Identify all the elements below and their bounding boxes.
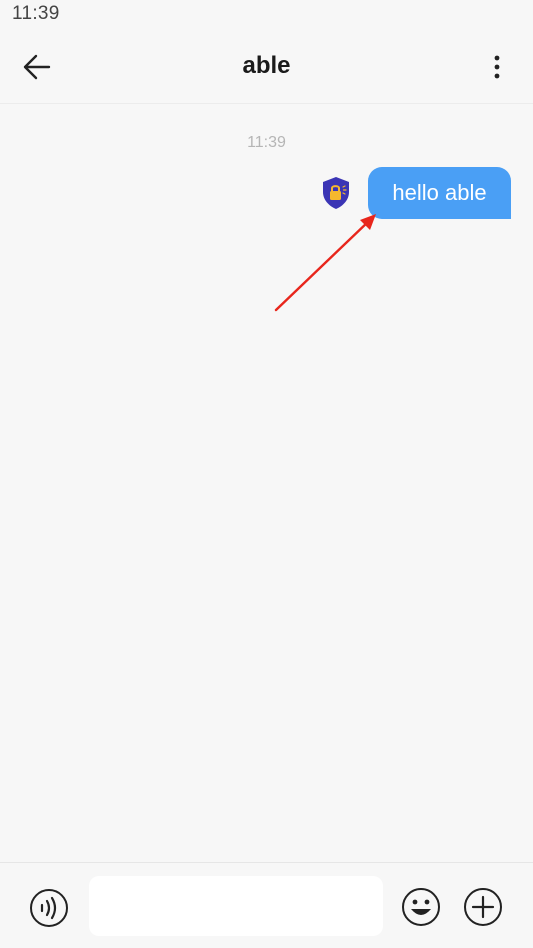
message-list[interactable]: 11:39 hello able: [0, 104, 533, 862]
message-text: hello able: [392, 180, 487, 205]
emoji-icon[interactable]: [401, 887, 441, 927]
voice-input-icon[interactable]: [29, 888, 69, 928]
more-options-button[interactable]: [483, 50, 511, 84]
conversation-title: able: [242, 52, 291, 79]
more-vertical-icon: [494, 55, 500, 79]
status-time: 11:39: [12, 3, 60, 24]
annotation-arrow-icon: [274, 214, 376, 312]
plus-icon[interactable]: [463, 887, 503, 927]
chat-screen: 11:39 able 11:39 hello able: [0, 0, 533, 948]
chat-header: able: [0, 30, 533, 104]
status-bar: 11:39: [0, 0, 533, 30]
message-input[interactable]: [89, 876, 383, 936]
message-composer: [0, 862, 533, 948]
message-timestamp: 11:39: [247, 134, 286, 151]
